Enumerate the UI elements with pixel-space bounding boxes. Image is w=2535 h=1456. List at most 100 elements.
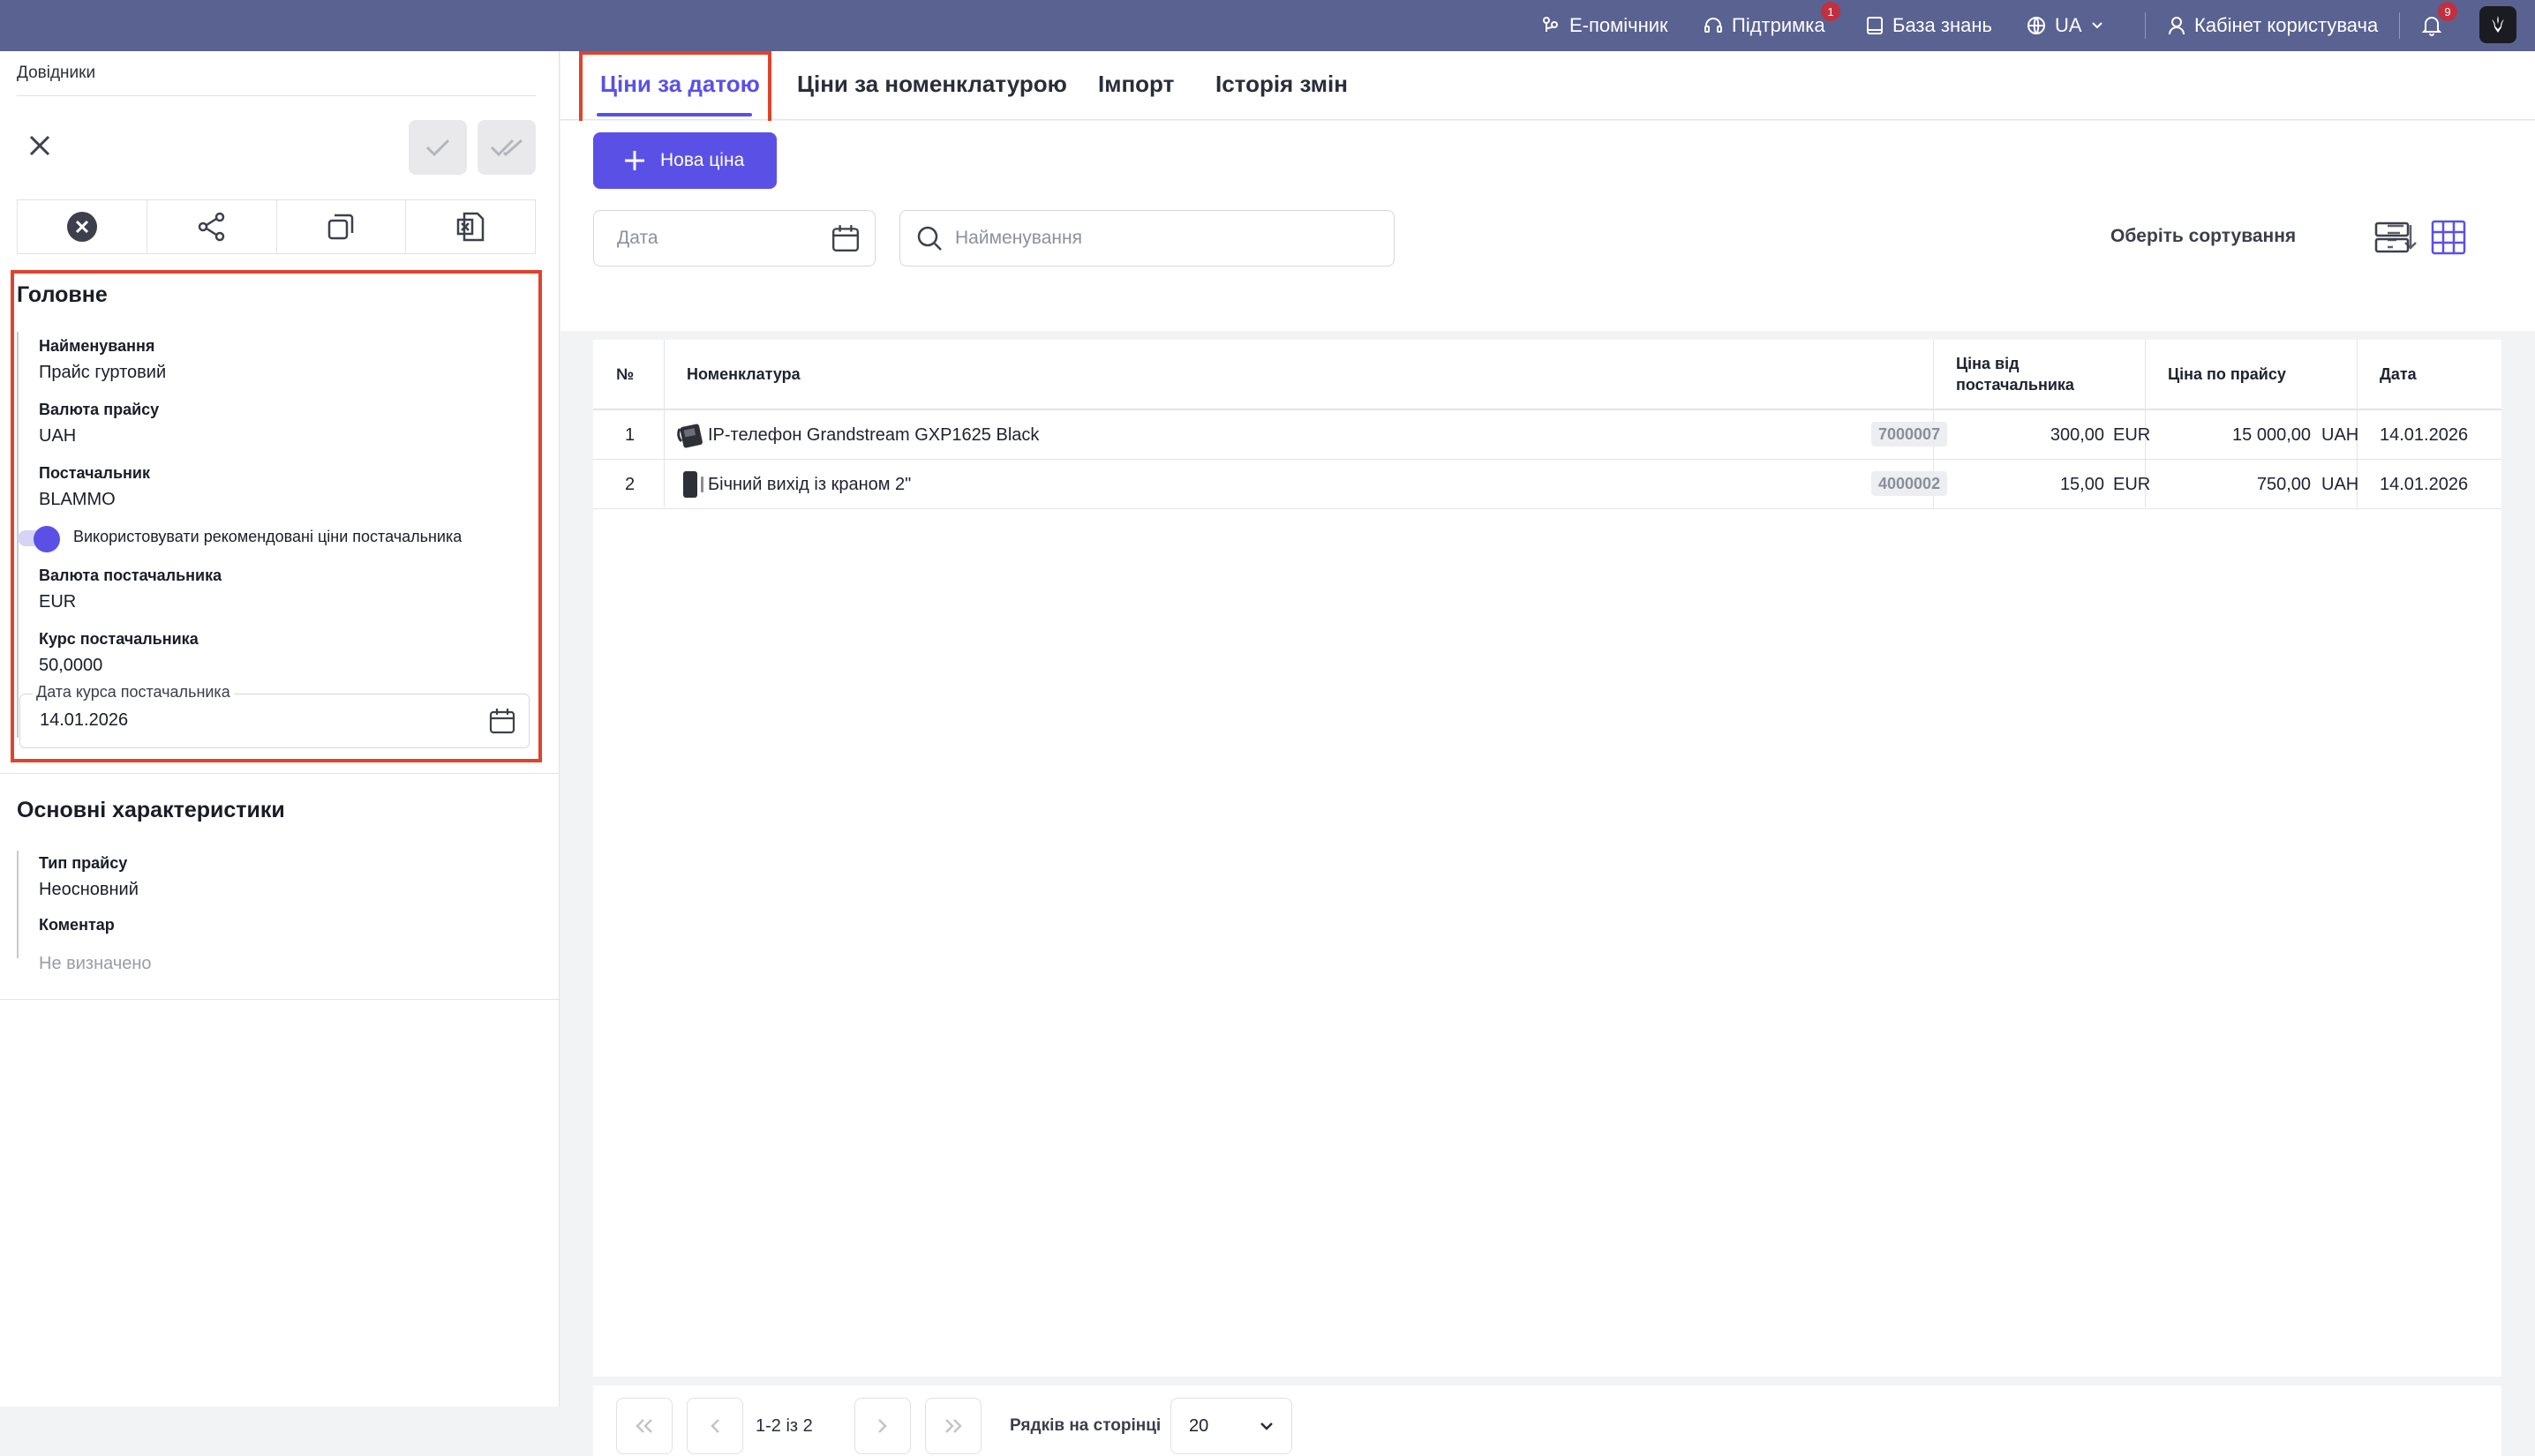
field-group-bar <box>17 851 19 958</box>
item-name[interactable]: Бічний вихід із краном 2" <box>708 460 911 509</box>
item-thumbnail <box>676 410 706 460</box>
header-supplier-price-line1: Ціна від <box>1956 355 2020 372</box>
comment-label: Коментар <box>39 916 115 934</box>
save-and-close-button[interactable] <box>478 120 536 175</box>
topbar-divider <box>2145 12 2146 39</box>
header-list-price[interactable]: Ціна по прайсу <box>2168 340 2286 409</box>
row-num: 2 <box>625 474 636 494</box>
save-button[interactable] <box>409 120 467 175</box>
header-supplier-price-line2: постачальника <box>1956 376 2074 394</box>
pagination: 1-2 із 2 Рядків на сторінці 20 <box>593 1385 2501 1456</box>
price-type-label: Тип прайсу <box>39 854 128 872</box>
row-view-button[interactable] <box>2373 219 2411 256</box>
comment-value: Не визначено <box>39 954 152 973</box>
list-currency: UAH <box>2321 474 2359 494</box>
tab-prices-by-item[interactable]: Ціни за номенклатурою <box>797 71 1067 98</box>
knowledge-label: База знань <box>1892 14 1992 36</box>
action-toolbar <box>17 199 536 254</box>
close-button[interactable] <box>26 132 53 159</box>
assistant-label: Е-помічник <box>1569 14 1668 36</box>
export-excel-button[interactable] <box>406 200 535 253</box>
excel-icon <box>456 212 485 242</box>
new-price-button[interactable]: Нова ціна <box>593 132 777 189</box>
chevron-left-icon <box>711 1419 719 1433</box>
price-type-value: Неосновний <box>39 880 139 899</box>
copy-button[interactable] <box>277 200 407 253</box>
sort-selector[interactable]: Оберіть сортування <box>2110 226 2296 247</box>
phone-icon <box>677 424 703 448</box>
grid-view-button[interactable] <box>2430 219 2467 256</box>
app-logo[interactable] <box>2479 6 2516 43</box>
chevron-down-icon <box>2091 21 2103 30</box>
prices-table: № Номенклатура Ціна від постачальника Ці… <box>593 340 2501 1377</box>
row-num: 1 <box>625 424 636 445</box>
header-date[interactable]: Дата <box>2380 340 2417 409</box>
divider <box>17 95 536 96</box>
cancel-action-button[interactable] <box>18 200 147 253</box>
tab-change-history[interactable]: Історія змін <box>1215 71 1348 98</box>
chevron-right-icon <box>878 1419 887 1433</box>
price-date: 14.01.2026 <box>2380 474 2469 494</box>
globe-icon <box>2027 16 2046 35</box>
logo-icon <box>2492 16 2504 33</box>
search-icon <box>916 225 943 251</box>
top-bar: Е-помічник Підтримка 1 База знань UA Каб… <box>0 0 2535 51</box>
item-code: 4000002 <box>1871 471 1948 496</box>
item-thumbnail <box>678 460 708 509</box>
comment-field[interactable]: Коментар Не визначено <box>39 916 152 974</box>
language-label: UA <box>2055 14 2082 36</box>
share-button[interactable] <box>147 200 277 253</box>
characteristics-title: Основні характеристики <box>17 798 285 822</box>
grid-view-icon <box>2431 220 2466 255</box>
divider <box>0 999 560 1000</box>
main-content: Ціни за датою Ціни за номенклатурою Імпо… <box>560 51 2535 1456</box>
new-price-label: Нова ціна <box>660 150 745 170</box>
user-cabinet-link[interactable]: Кабінет користувача <box>2168 0 2378 51</box>
highlight-box <box>579 51 771 129</box>
supplier-currency: EUR <box>2113 474 2151 494</box>
name-search-input[interactable]: Найменування <box>899 210 1395 266</box>
cancel-circle-icon <box>66 212 97 242</box>
copy-icon <box>328 214 354 240</box>
list-price: 750,00 <box>2256 474 2311 494</box>
date-filter-input[interactable]: Дата <box>593 210 876 266</box>
list-price: 15 000,00 <box>2232 424 2311 445</box>
date-placeholder: Дата <box>617 228 658 248</box>
cabinet-label: Кабінет користувача <box>2194 14 2379 36</box>
assistant-link[interactable]: Е-помічник <box>1541 0 1668 51</box>
double-chevron-left-icon <box>636 1419 652 1433</box>
list-currency: UAH <box>2321 424 2359 445</box>
calendar-icon[interactable] <box>831 223 861 253</box>
double-chevron-right-icon <box>945 1419 962 1433</box>
double-check-icon <box>490 139 523 157</box>
topbar-divider <box>2399 12 2400 39</box>
tab-import[interactable]: Імпорт <box>1098 71 1174 98</box>
bell-icon <box>2422 15 2441 36</box>
notifications-badge: 9 <box>2438 2 2457 21</box>
table-row[interactable]: 2 Бічний вихід із краном 2" 4000002 15,0… <box>593 460 2501 509</box>
header-item[interactable]: Номенклатура <box>687 340 801 409</box>
headset-icon <box>1704 16 1723 35</box>
close-icon <box>29 135 50 156</box>
knowledge-base-link[interactable]: База знань <box>1866 0 1992 51</box>
support-label: Підтримка <box>1732 14 1825 36</box>
rows-view-icon <box>2374 221 2410 253</box>
support-link[interactable]: Підтримка <box>1704 0 1825 51</box>
assistant-icon <box>1541 16 1561 35</box>
divider <box>0 773 560 774</box>
support-badge: 1 <box>1821 2 1840 21</box>
header-num: № <box>616 365 635 383</box>
price-date: 14.01.2026 <box>2380 424 2469 445</box>
table-row[interactable]: 1 IP-телефон Grandstream GXP1625 Black 7… <box>593 410 2501 460</box>
tabs-bar: Ціни за датою Ціни за номенклатурою Імпо… <box>560 51 2535 120</box>
item-name[interactable]: IP-телефон Grandstream GXP1625 Black <box>708 410 1039 460</box>
price-type-field[interactable]: Тип прайсу Неосновний <box>39 854 139 900</box>
supplier-currency: EUR <box>2113 424 2151 445</box>
header-supplier-price[interactable]: Ціна від постачальника <box>1956 340 2074 409</box>
sidebar: Довідники Головне Найменування Прайс гур… <box>0 51 560 1407</box>
name-placeholder: Найменування <box>955 228 1082 248</box>
check-icon <box>425 139 450 157</box>
breadcrumb[interactable]: Довідники <box>17 64 95 83</box>
user-icon <box>2168 16 2185 35</box>
language-selector[interactable]: UA <box>2027 0 2103 51</box>
